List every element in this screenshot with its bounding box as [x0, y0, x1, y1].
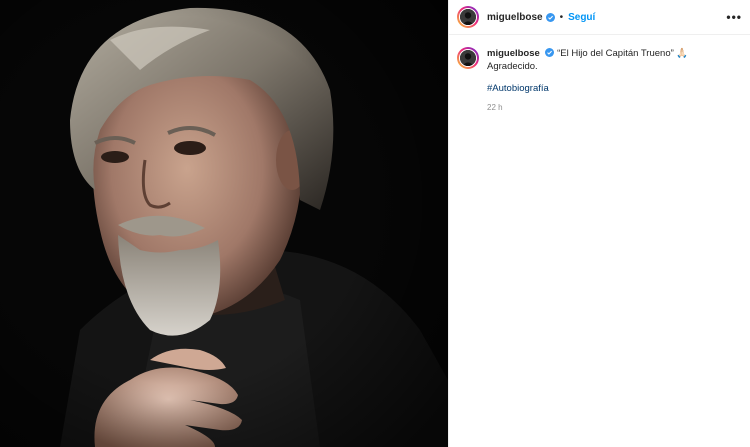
- caption-comment: miguelbose “El Hijo del Capitán Trueno” …: [449, 35, 750, 114]
- avatar-photo-icon: [460, 50, 476, 66]
- instagram-post: miguelbose • Seguí ••• miguelbose “El Hi…: [0, 0, 750, 447]
- post-header: miguelbose • Seguí •••: [449, 0, 750, 35]
- verified-badge-icon: [545, 48, 555, 57]
- username-link[interactable]: miguelbose: [487, 12, 543, 23]
- post-sidebar: miguelbose • Seguí ••• miguelbose “El Hi…: [448, 0, 750, 447]
- more-options-icon[interactable]: •••: [726, 10, 742, 24]
- caption-body: miguelbose “El Hijo del Capitán Trueno” …: [487, 47, 732, 114]
- caption-avatar[interactable]: [457, 47, 479, 69]
- portrait-image: [0, 0, 448, 447]
- post-photo[interactable]: [0, 0, 448, 447]
- post-timestamp[interactable]: 22 h: [487, 101, 732, 114]
- avatar-photo-icon: [460, 9, 476, 25]
- avatar-image: [459, 8, 477, 26]
- verified-badge-icon: [545, 12, 555, 22]
- avatar-image: [459, 49, 477, 67]
- hashtag-link[interactable]: #Autobiografía: [487, 82, 732, 95]
- caption-username-link[interactable]: miguelbose: [487, 48, 540, 59]
- follow-button[interactable]: Seguí: [568, 12, 595, 23]
- profile-avatar[interactable]: [457, 6, 479, 28]
- separator-dot: •: [559, 11, 564, 23]
